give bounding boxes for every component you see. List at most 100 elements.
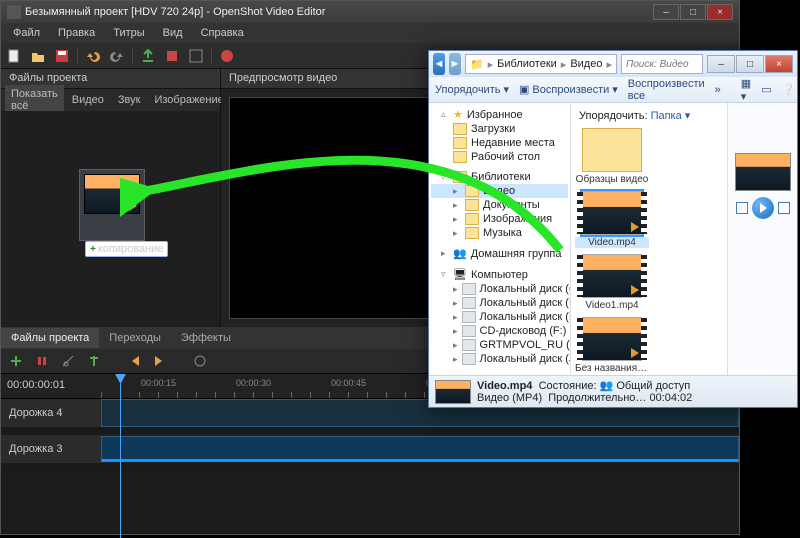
new-project-icon[interactable] [5, 47, 23, 65]
file-label: Без названия.mp4 [575, 363, 649, 374]
tab-project-files[interactable]: Файлы проекта [1, 328, 99, 348]
tree-drive[interactable]: Локальный диск (D:) [480, 297, 571, 309]
next-frame-icon[interactable] [778, 202, 790, 214]
snap-icon[interactable] [33, 352, 51, 370]
play-button[interactable]: ▣ Воспроизвести ▾ [519, 83, 618, 96]
export-icon[interactable] [218, 47, 236, 65]
explorer-window: ◄ ► 📁 ▸ Библиотеки ▸ Видео ▸ – □ × Упоря… [428, 50, 798, 408]
status-type: Видео (MP4) [477, 392, 542, 404]
folder-icon: 📁 [470, 58, 484, 71]
tree-recent[interactable]: Недавние места [471, 137, 555, 149]
explorer-titlebar[interactable]: ◄ ► 📁 ▸ Библиотеки ▸ Видео ▸ – □ × [429, 51, 797, 77]
drive-icon [462, 283, 476, 295]
preview-play-button[interactable] [752, 197, 774, 219]
sort-value[interactable]: Папка [651, 110, 682, 122]
tree-desktop[interactable]: Рабочий стол [471, 151, 540, 163]
explorer-close-button[interactable]: × [765, 55, 793, 73]
tree-downloads[interactable]: Загрузки [471, 123, 515, 135]
tree-images[interactable]: Изображения [483, 213, 552, 225]
help-icon[interactable]: ❔ [782, 83, 796, 96]
tab-effects[interactable]: Эффекты [171, 328, 241, 348]
razor-icon[interactable] [59, 352, 77, 370]
menu-edit[interactable]: Правка [50, 25, 103, 41]
tick-label: 00:00:15 [141, 378, 176, 388]
nav-tree[interactable]: ▵★Избранное Загрузки Недавние места Рабо… [429, 103, 571, 375]
prev-frame-icon[interactable] [736, 202, 748, 214]
project-files-drop-area[interactable]: копирование [1, 111, 220, 327]
explorer-maximize-button[interactable]: □ [736, 55, 764, 73]
fullscreen-icon[interactable] [187, 47, 205, 65]
video-thumbnail-icon [582, 317, 642, 361]
preview-pane-icon[interactable]: ▭ [761, 83, 771, 96]
filter-video[interactable]: Видео [66, 91, 110, 109]
nav-back-button[interactable]: ◄ [433, 53, 445, 75]
tree-libraries[interactable]: Библиотеки [471, 171, 531, 183]
filter-image[interactable]: Изображение [148, 91, 229, 109]
playhead[interactable] [120, 374, 121, 538]
openshot-titlebar[interactable]: Безымянный проект [HDV 720 24p] - OpenSh… [1, 1, 739, 23]
import-files-icon[interactable] [139, 47, 157, 65]
play-all-button[interactable]: Воспроизвести все [628, 78, 705, 102]
redo-icon[interactable] [108, 47, 126, 65]
tick-label: 00:00:30 [236, 378, 271, 388]
tree-drive[interactable]: Локальный диск (C:) [480, 283, 571, 295]
track-row[interactable]: Дорожка 3 [1, 435, 739, 471]
menu-file[interactable]: Файл [5, 25, 48, 41]
folder-icon [453, 123, 467, 135]
menu-help[interactable]: Справка [193, 25, 252, 41]
tree-documents[interactable]: Документы [483, 199, 540, 211]
tree-favorites[interactable]: Избранное [467, 109, 523, 121]
status-filename: Video.mp4 [477, 380, 532, 392]
menu-view[interactable]: Вид [155, 25, 191, 41]
view-options-icon[interactable]: ▦ ▾ [741, 77, 751, 103]
track-label[interactable]: Дорожка 4 [1, 399, 101, 427]
file-label: Образцы видео [575, 174, 649, 185]
dropped-clip[interactable] [79, 169, 145, 241]
folder-icon [465, 199, 479, 211]
nav-forward-button[interactable]: ► [449, 53, 461, 75]
tree-video[interactable]: Видео [483, 185, 515, 197]
explorer-minimize-button[interactable]: – [707, 55, 735, 73]
crumb-video[interactable]: Видео [570, 58, 602, 70]
save-project-icon[interactable] [53, 47, 71, 65]
jump-end-icon[interactable] [151, 352, 169, 370]
add-track-icon[interactable] [7, 352, 25, 370]
video-thumbnail-icon [582, 191, 642, 235]
open-project-icon[interactable] [29, 47, 47, 65]
profile-icon[interactable] [163, 47, 181, 65]
minimize-button[interactable]: – [653, 4, 679, 20]
undo-icon[interactable] [84, 47, 102, 65]
breadcrumb[interactable]: 📁 ▸ Библиотеки ▸ Видео ▸ [465, 54, 617, 74]
organize-button[interactable]: Упорядочить ▾ [435, 83, 509, 96]
tree-music[interactable]: Музыка [483, 227, 522, 239]
marker-icon[interactable] [85, 352, 103, 370]
clip-thumbnail-icon [84, 174, 140, 214]
search-input[interactable] [621, 54, 703, 74]
file-item[interactable]: Без названия.mp4 [575, 317, 649, 374]
menu-bar: Файл Правка Титры Вид Справка [1, 23, 739, 43]
crumb-libraries[interactable]: Библиотеки [497, 58, 557, 70]
filter-audio[interactable]: Звук [112, 91, 147, 109]
menu-titles[interactable]: Титры [105, 25, 152, 41]
clip[interactable] [101, 436, 739, 462]
file-item[interactable]: Образцы видео [575, 128, 649, 185]
center-playhead-icon[interactable] [191, 352, 209, 370]
status-shared: Общий доступ [616, 380, 690, 392]
file-item[interactable]: Video.mp4 [575, 191, 649, 248]
tree-homegroup[interactable]: Домашняя группа [471, 248, 562, 260]
close-button[interactable]: × [707, 4, 733, 20]
tree-drive[interactable]: GRTMPVOL_RU (I:) [480, 339, 571, 351]
file-list[interactable]: Упорядочить: Папка ▾ Образцы видеоVideo.… [571, 103, 727, 375]
status-duration-label: Продолжительно… [548, 392, 646, 404]
libraries-icon [453, 171, 467, 183]
tab-transitions[interactable]: Переходы [99, 328, 171, 348]
status-thumbnail-icon [435, 380, 471, 404]
jump-start-icon[interactable] [125, 352, 143, 370]
file-item[interactable]: Video1.mp4 [575, 254, 649, 311]
tree-drive[interactable]: Локальный диск (E:) [480, 311, 571, 323]
tree-drive[interactable]: CD-дисковод (F:) 15.0.4420.1017 [480, 325, 571, 337]
tree-drive[interactable]: Локальный диск (J:) [480, 353, 571, 365]
maximize-button[interactable]: □ [680, 4, 706, 20]
track-label[interactable]: Дорожка 3 [1, 435, 101, 463]
tree-computer[interactable]: Компьютер [471, 269, 528, 281]
